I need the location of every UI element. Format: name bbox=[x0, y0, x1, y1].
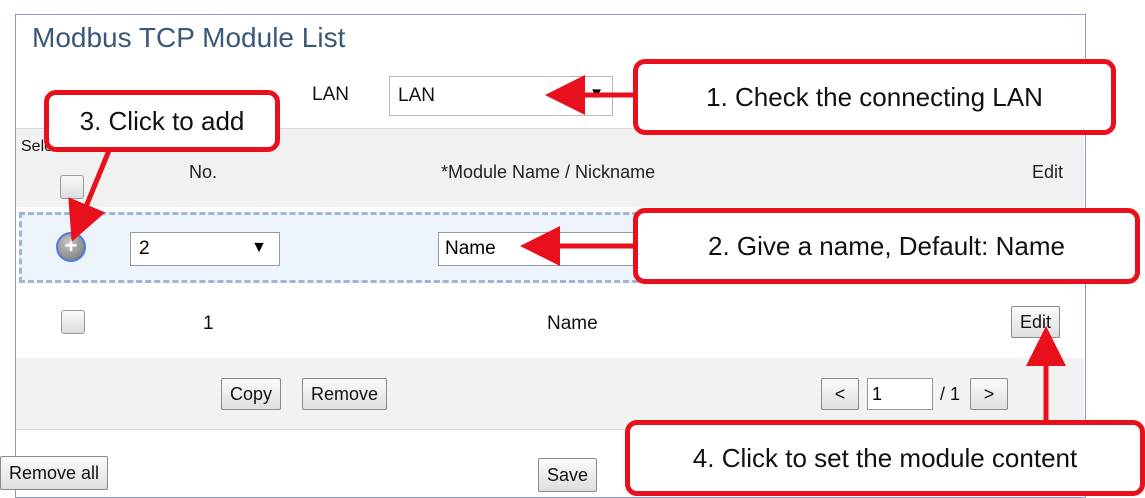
callout-click-add: 3. Click to add bbox=[44, 90, 280, 152]
callout-give-name: 2. Give a name, Default: Name bbox=[633, 208, 1140, 284]
callout-3-arrow bbox=[68, 147, 113, 242]
callout-set-module: 4. Click to set the module content bbox=[625, 420, 1145, 496]
callout-check-lan: 1. Check the connecting LAN bbox=[633, 59, 1116, 135]
